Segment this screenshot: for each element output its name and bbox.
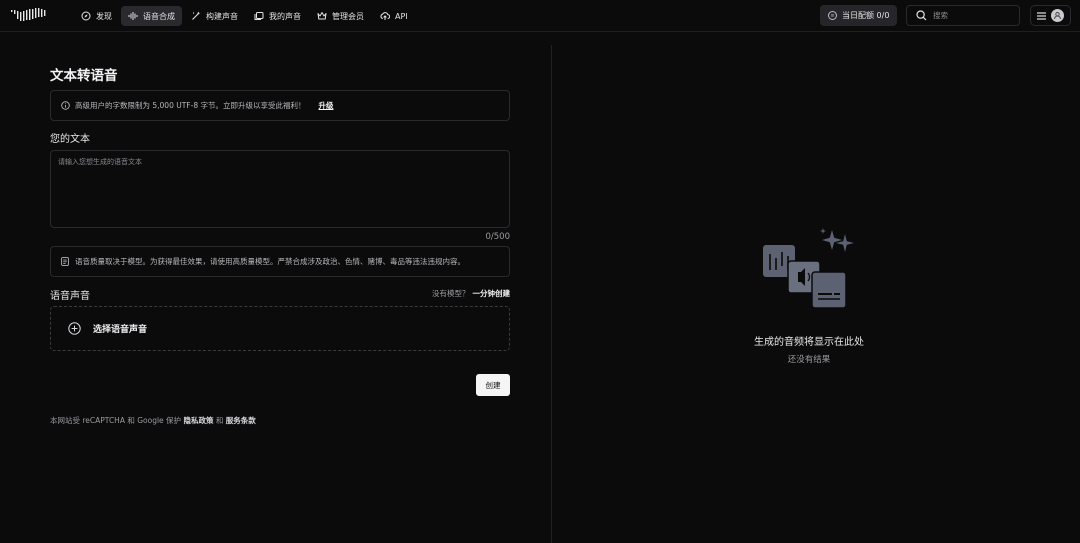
audio-placeholder-illustration-icon: [763, 228, 854, 309]
nav-item-label: API: [395, 11, 408, 21]
terms-of-service-link[interactable]: 服务条款: [226, 416, 256, 425]
character-counter: 0/500: [485, 232, 511, 242]
user-icon: [1054, 12, 1061, 20]
info-icon: [61, 101, 70, 110]
notice-text: 高级用户的字数限制为 5,000 UTF-8 字节。立即升级以享受此福利！: [75, 101, 306, 110]
main-nav: 发现 语音合成 构建声音 我的声音 管理会员 API: [74, 6, 415, 26]
nav-item-tts[interactable]: 语音合成: [121, 6, 182, 26]
nav-item-api[interactable]: API: [373, 6, 415, 26]
document-icon: [61, 257, 69, 266]
nav-item-label: 管理会员: [332, 11, 364, 21]
create-button[interactable]: 创建: [476, 374, 510, 396]
daily-quota-badge[interactable]: ≡ 当日配额 0/0: [820, 5, 897, 26]
credit-icon: ≡: [828, 11, 837, 20]
search-box[interactable]: [906, 5, 1020, 26]
no-model-hint: 没有模型？ 一分钟创建: [376, 288, 510, 299]
nav-item-label: 构建声音: [206, 11, 238, 21]
nav-item-label: 我的声音: [269, 11, 301, 21]
menu-icon: [1037, 11, 1046, 20]
text-section-label: 您的文本: [50, 134, 90, 145]
empty-state-subtitle: 还没有结果: [787, 355, 831, 365]
logo-icon[interactable]: [11, 8, 49, 22]
library-icon: [254, 12, 264, 20]
cloud-upload-icon: [380, 12, 390, 20]
recaptcha-note: 本网站受 reCAPTCHA 和 Google 保护 隐私政策 和 服务条款: [50, 415, 256, 426]
nav-item-discover[interactable]: 发现: [74, 6, 119, 26]
page-title: 文本转语音: [50, 68, 118, 84]
upgrade-notice: 高级用户的字数限制为 5,000 UTF-8 字节。立即升级以享受此福利！ 升级: [50, 90, 510, 121]
search-icon: [916, 10, 927, 21]
user-menu-button[interactable]: [1030, 5, 1071, 26]
soundwave-icon: [128, 12, 138, 20]
nav-item-build-voice[interactable]: 构建声音: [184, 6, 245, 26]
create-in-one-minute-link[interactable]: 一分钟创建: [473, 289, 511, 298]
select-voice-label: 选择语音声音: [93, 325, 148, 335]
empty-state-title: 生成的音频将显示在此处: [754, 337, 864, 348]
top-navigation-bar: 发现 语音合成 构建声音 我的声音 管理会员 API ≡ 当日配额 0/0: [0, 0, 1080, 32]
recaptcha-text: 本网站受 reCAPTCHA 和 Google 保护: [50, 416, 182, 425]
plus-circle-icon: [68, 322, 81, 335]
nav-item-label: 发现: [96, 11, 112, 21]
avatar: [1051, 9, 1064, 22]
panel-divider: [551, 45, 552, 543]
privacy-policy-link[interactable]: 隐私政策: [183, 416, 213, 425]
and-text: 和: [215, 416, 224, 425]
nav-item-my-voices[interactable]: 我的声音: [247, 6, 308, 26]
voice-section-label: 语音声音: [50, 291, 90, 302]
upgrade-link[interactable]: 升级: [318, 100, 333, 111]
select-voice-button[interactable]: 选择语音声音: [50, 306, 510, 351]
compass-icon: [81, 11, 91, 21]
quality-notice: 语音质量取决于模型。为获得最佳效果，请使用高质量模型。严禁合成涉及政治、色情、赌…: [50, 246, 510, 277]
crown-icon: [317, 12, 327, 20]
magic-wand-icon: [192, 11, 201, 20]
quality-notice-text: 语音质量取决于模型。为获得最佳效果，请使用高质量模型。严禁合成涉及政治、色情、赌…: [75, 257, 465, 266]
nav-item-label: 语音合成: [143, 11, 175, 21]
quota-label: 当日配额 0/0: [842, 11, 890, 20]
no-model-text: 没有模型？: [432, 289, 470, 298]
nav-item-membership[interactable]: 管理会员: [310, 6, 371, 26]
search-input[interactable]: [933, 11, 1013, 20]
text-input[interactable]: [50, 150, 510, 228]
